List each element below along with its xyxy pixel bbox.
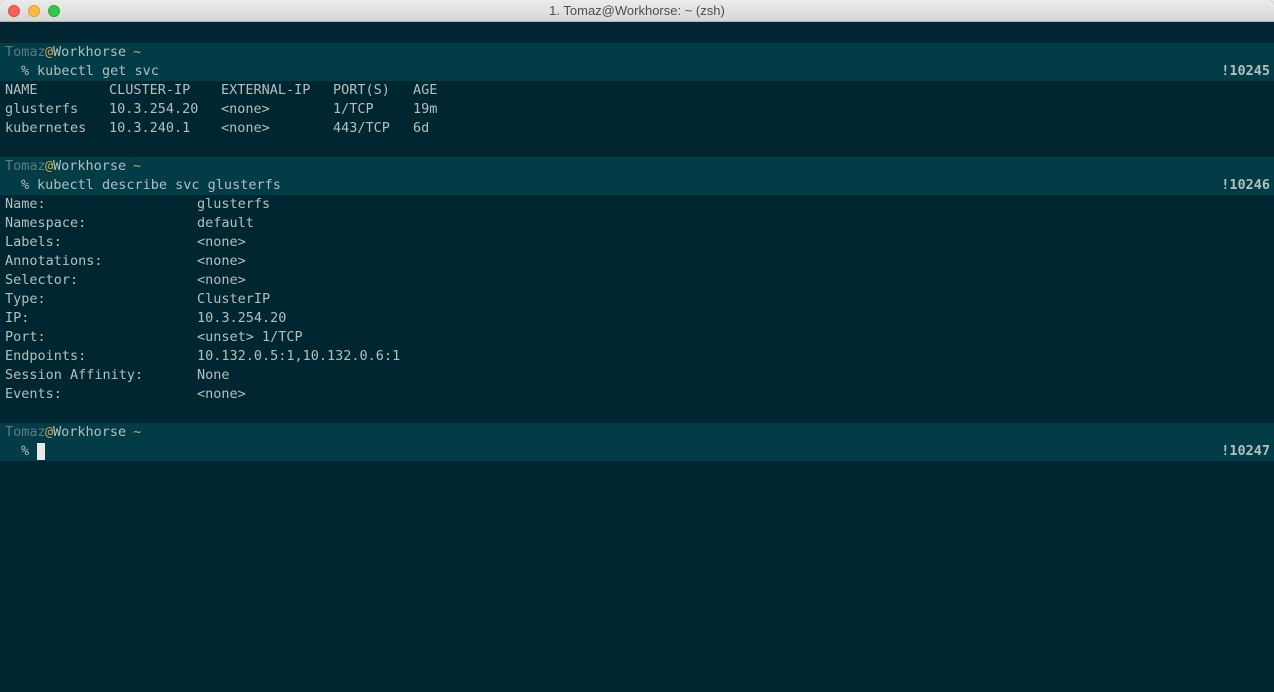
prompt-symbol: % [21, 443, 30, 459]
cell-age: 6d [413, 120, 430, 136]
prompt-line: Tomaz @ Workhorse ~ [0, 43, 1274, 62]
terminal-content[interactable]: Tomaz @ Workhorse ~ % kubectl get svc !1024… [0, 22, 1274, 692]
table-row: glusterfs 10.3.254.20 <none> 1/TCP 19m [0, 100, 1274, 119]
cell-name: kubernetes [5, 120, 87, 136]
col-ports-header: PORT(S) [333, 82, 390, 98]
field-value: 10.3.254.20 [197, 310, 287, 326]
cell-cluster-ip: 10.3.240.1 [109, 120, 191, 136]
describe-field: Namespace: default [0, 214, 1274, 233]
prompt-at: @ [45, 424, 54, 440]
field-value: default [197, 215, 254, 231]
describe-field: Port: <unset> 1/TCP [0, 328, 1274, 347]
table-row: kubernetes 10.3.240.1 <none> 443/TCP 6d [0, 119, 1274, 138]
field-key: Labels: [5, 234, 62, 250]
cell-ports: 1/TCP [333, 101, 374, 117]
field-value: <none> [197, 253, 246, 269]
field-key: Annotations: [5, 253, 103, 269]
prompt-symbol: % [21, 177, 30, 193]
field-key: Endpoints: [5, 348, 87, 364]
describe-field: IP: 10.3.254.20 [0, 309, 1274, 328]
text-cursor [37, 443, 45, 460]
field-value: <none> [197, 234, 246, 250]
cell-cluster-ip: 10.3.254.20 [109, 101, 199, 117]
prompt-user: Tomaz [5, 158, 46, 174]
field-key: Session Affinity: [5, 367, 144, 383]
prompt-symbol: % [21, 63, 30, 79]
field-value: glusterfs [197, 196, 271, 212]
title-bar[interactable]: 1. Tomaz@Workhorse: ~ (zsh) [0, 0, 1274, 22]
prompt-line: Tomaz @ Workhorse ~ [0, 157, 1274, 176]
cell-ports: 443/TCP [333, 120, 390, 136]
prompt-dir: ~ [133, 424, 142, 440]
prompt-user: Tomaz [5, 44, 46, 60]
describe-field: Name: glusterfs [0, 195, 1274, 214]
describe-field: Labels: <none> [0, 233, 1274, 252]
command-line: % kubectl get svc !10245 [0, 62, 1274, 81]
describe-field: Endpoints: 10.132.0.5:1,10.132.0.6:1 [0, 347, 1274, 366]
col-name-header: NAME [5, 82, 38, 98]
history-number: !10247 [1221, 443, 1270, 459]
prompt-user: Tomaz [5, 424, 46, 440]
field-key: Selector: [5, 272, 79, 288]
prompt-host: Workhorse [53, 158, 127, 174]
field-key: Type: [5, 291, 46, 307]
prompt-at: @ [45, 158, 54, 174]
field-key: Name: [5, 196, 46, 212]
prompt-dir: ~ [133, 158, 142, 174]
describe-field: Annotations: <none> [0, 252, 1274, 271]
command-line: % kubectl describe svc glusterfs !10246 [0, 176, 1274, 195]
describe-field: Session Affinity: None [0, 366, 1274, 385]
field-value: ClusterIP [197, 291, 271, 307]
field-key: IP: [5, 310, 30, 326]
col-age-header: AGE [413, 82, 438, 98]
history-number: !10245 [1221, 63, 1270, 79]
field-value: 10.132.0.5:1,10.132.0.6:1 [197, 348, 401, 364]
prompt-host: Workhorse [53, 44, 127, 60]
field-value: <none> [197, 386, 246, 402]
cell-name: glusterfs [5, 101, 79, 117]
history-number: !10246 [1221, 177, 1270, 193]
describe-field: Selector: <none> [0, 271, 1274, 290]
terminal-window: 1. Tomaz@Workhorse: ~ (zsh) Tomaz @ Workho… [0, 0, 1274, 692]
window-title: 1. Tomaz@Workhorse: ~ (zsh) [549, 3, 725, 18]
field-key: Port: [5, 329, 46, 345]
field-value: <unset> 1/TCP [197, 329, 303, 345]
field-value: None [197, 367, 230, 383]
describe-field: Type: ClusterIP [0, 290, 1274, 309]
prompt-at: @ [45, 44, 54, 60]
command-text: kubectl get svc [37, 63, 159, 79]
cell-age: 19m [413, 101, 438, 117]
field-key: Namespace: [5, 215, 87, 231]
command-text: kubectl describe svc glusterfs [37, 177, 281, 193]
prompt-line: Tomaz @ Workhorse ~ [0, 423, 1274, 442]
prompt-host: Workhorse [53, 424, 127, 440]
prompt-dir: ~ [133, 44, 142, 60]
field-value: <none> [197, 272, 246, 288]
col-external-ip-header: EXTERNAL-IP [221, 82, 311, 98]
command-line[interactable]: % !10247 [0, 442, 1274, 461]
col-cluster-ip-header: CLUSTER-IP [109, 82, 191, 98]
cell-external-ip: <none> [221, 101, 270, 117]
field-key: Events: [5, 386, 62, 402]
table-header: NAME CLUSTER-IP EXTERNAL-IP PORT(S) AGE [0, 81, 1274, 100]
cell-external-ip: <none> [221, 120, 270, 136]
describe-field: Events: <none> [0, 385, 1274, 404]
